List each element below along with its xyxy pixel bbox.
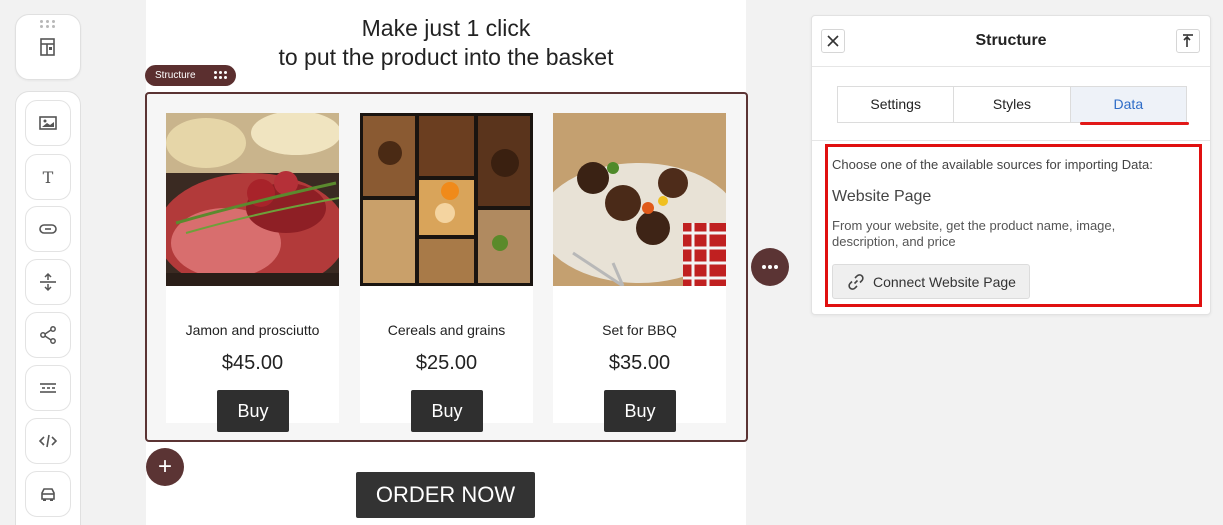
layout-template-icon	[40, 38, 55, 56]
connect-website-page-button[interactable]: Connect Website Page	[832, 264, 1030, 299]
panel-header: Structure	[812, 16, 1210, 67]
product-image-bbq	[553, 113, 726, 286]
html-block-button[interactable]	[25, 418, 71, 464]
button-icon	[39, 224, 57, 234]
block-toolbar: T	[15, 91, 81, 525]
share-icon	[40, 326, 56, 344]
product-price: $35.00	[608, 352, 671, 374]
buy-button[interactable]: Buy	[604, 390, 676, 432]
data-source-description: From your website, get the product name,…	[832, 218, 1116, 249]
panel-title: Structure	[975, 32, 1047, 49]
data-source-title: Website Page	[832, 188, 932, 205]
link-icon	[848, 273, 864, 290]
product-block-button[interactable]	[25, 471, 71, 517]
more-dots-icon	[762, 265, 778, 269]
add-block-button[interactable]: +	[146, 448, 184, 486]
divider-icon	[40, 383, 56, 393]
product-name: Cereals and grains	[387, 322, 506, 338]
product-name: Jamon and prosciutto	[185, 322, 320, 338]
product-image-jamon	[166, 113, 339, 286]
spacer-block-button[interactable]	[25, 259, 71, 305]
headline-line-2: to put the product into the basket	[278, 44, 614, 70]
order-now-button[interactable]: ORDER NOW	[356, 472, 535, 518]
product-structure[interactable]: Jamon and prosciutto $45.00 Buy Cereals …	[145, 92, 748, 442]
drag-handle-icon[interactable]	[40, 20, 56, 28]
product-card: Cereals and grains $25.00 Buy	[360, 113, 533, 432]
buy-button[interactable]: Buy	[217, 390, 289, 432]
spacer-icon	[40, 272, 56, 292]
product-icon	[41, 488, 55, 501]
product-name: Set for BBQ	[602, 322, 677, 338]
structure-panel: Structure Settings Styles Data Choose on…	[811, 15, 1211, 315]
product-image-cereals	[360, 113, 533, 286]
more-options-button[interactable]	[751, 248, 789, 286]
image-block-button[interactable]	[25, 100, 71, 146]
button-block-button[interactable]	[25, 206, 71, 252]
product-price: $25.00	[415, 352, 478, 374]
divider-block-button[interactable]	[25, 365, 71, 411]
product-card: Set for BBQ $35.00 Buy	[553, 113, 726, 432]
text-icon: T	[43, 168, 54, 187]
connect-button-label: Connect Website Page	[873, 273, 1016, 290]
text-block-button[interactable]: T	[25, 154, 71, 200]
tab-styles[interactable]: Styles	[954, 87, 1071, 122]
tab-data[interactable]: Data	[1070, 87, 1186, 122]
panel-tabs: Settings Styles Data	[837, 86, 1187, 123]
product-card: Jamon and prosciutto $45.00 Buy	[166, 113, 339, 432]
tab-highlight-underline	[1080, 122, 1189, 125]
code-icon	[38, 434, 58, 448]
structure-tag-label: Structure	[155, 70, 196, 81]
svg-text:T: T	[43, 168, 54, 187]
buy-button[interactable]: Buy	[411, 390, 483, 432]
headline[interactable]: Make just 1 click to put the product int…	[146, 14, 746, 72]
structure-tag[interactable]: Structure	[145, 65, 236, 86]
social-block-button[interactable]	[25, 312, 71, 358]
select-parent-button[interactable]	[1176, 29, 1200, 53]
arrow-up-corner-icon	[1183, 34, 1193, 47]
headline-line-1: Make just 1 click	[361, 15, 531, 41]
product-price: $45.00	[221, 352, 284, 374]
drag-handle-icon[interactable]	[214, 71, 227, 79]
image-icon	[39, 116, 57, 130]
divider	[812, 140, 1210, 141]
data-intro-text: Choose one of the available sources for …	[832, 157, 1153, 172]
tab-settings[interactable]: Settings	[838, 87, 955, 122]
